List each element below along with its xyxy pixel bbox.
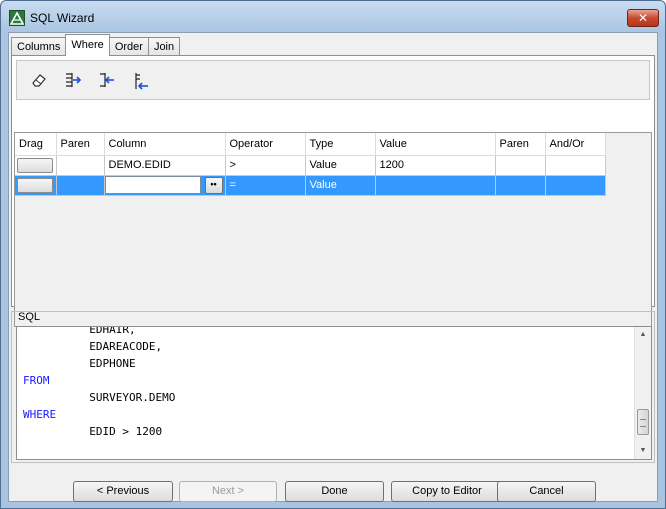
- header-operator[interactable]: Operator: [225, 133, 306, 156]
- header-and-or[interactable]: And/Or: [545, 133, 606, 156]
- paren-close-cell[interactable]: [495, 175, 546, 196]
- sql-line: EDHAIR,: [23, 326, 136, 336]
- scroll-thumb[interactable]: [637, 409, 649, 435]
- value-cell[interactable]: [375, 175, 496, 196]
- type-cell[interactable]: Value: [305, 155, 376, 176]
- sql-line: EDID > 1200: [23, 425, 163, 438]
- operator-cell[interactable]: =: [225, 175, 306, 196]
- scroll-down-arrow[interactable]: ▼: [635, 443, 651, 459]
- column-editor-cell[interactable]: ••: [104, 175, 226, 196]
- column-input[interactable]: [104, 176, 201, 194]
- scroll-up-arrow[interactable]: ▲: [635, 327, 651, 343]
- and-or-cell[interactable]: [545, 155, 606, 176]
- done-button[interactable]: Done: [285, 481, 384, 502]
- sql-line: SURVEYOR.DEMO: [23, 391, 176, 404]
- button-bar: < Previous Next > Done Copy to Editor Ca…: [9, 479, 659, 503]
- header-paren-open[interactable]: Paren: [56, 133, 105, 156]
- sql-label: SQL: [18, 311, 41, 323]
- header-paren-close[interactable]: Paren: [495, 133, 546, 156]
- toolbar: [16, 60, 650, 100]
- app-icon: [9, 10, 25, 26]
- tab-order[interactable]: Order: [108, 37, 149, 56]
- header-column[interactable]: Column: [104, 133, 226, 156]
- client-area: Columns Where Order Join Drag Paren Colu…: [8, 32, 658, 502]
- table-row[interactable]: DEMO.EDID > Value 1200: [15, 155, 606, 176]
- sql-wizard-window: SQL Wizard ✕ Columns Where Order Join Dr…: [0, 0, 666, 509]
- grid-header-row: Drag Paren Column Operator Type Value Pa…: [15, 133, 606, 156]
- tab-where[interactable]: Where: [65, 34, 110, 56]
- cancel-button[interactable]: Cancel: [497, 481, 596, 502]
- and-or-cell[interactable]: [545, 175, 606, 196]
- column-cell[interactable]: DEMO.EDID: [104, 155, 226, 176]
- add-condition-icon[interactable]: [63, 71, 83, 91]
- sql-keyword-line: FROM: [23, 374, 50, 387]
- sql-preview[interactable]: EDHAIR, EDAREACODE, EDPHONE FROM SURVEYOR…: [16, 326, 652, 460]
- sql-keyword-line: WHERE: [23, 408, 57, 421]
- drag-handle[interactable]: [17, 157, 53, 173]
- header-value[interactable]: Value: [375, 133, 496, 156]
- tab-strip: Columns Where Order Join: [11, 34, 181, 56]
- tab-columns[interactable]: Columns: [11, 37, 67, 56]
- drag-cell[interactable]: [15, 155, 57, 176]
- header-drag[interactable]: Drag: [15, 133, 57, 156]
- sql-line: EDAREACODE,: [23, 340, 163, 353]
- eraser-icon[interactable]: [29, 71, 49, 91]
- header-type[interactable]: Type: [305, 133, 376, 156]
- close-button[interactable]: ✕: [627, 9, 659, 27]
- conditions-grid: Drag Paren Column Operator Type Value Pa…: [14, 132, 652, 327]
- tab-join[interactable]: Join: [147, 37, 181, 56]
- copy-to-editor-button[interactable]: Copy to Editor: [391, 481, 503, 502]
- sql-text[interactable]: EDHAIR, EDAREACODE, EDPHONE FROM SURVEYOR…: [23, 326, 623, 440]
- operator-cell[interactable]: >: [225, 155, 306, 176]
- window-title: SQL Wizard: [30, 11, 95, 25]
- insert-condition-icon[interactable]: [97, 71, 117, 91]
- drag-handle[interactable]: [17, 177, 53, 193]
- type-cell[interactable]: Value: [305, 175, 376, 196]
- sql-scrollbar[interactable]: ▲ ▼: [634, 327, 651, 459]
- title-bar[interactable]: SQL Wizard ✕: [1, 1, 665, 33]
- previous-button[interactable]: < Previous: [73, 481, 173, 502]
- sql-line: EDPHONE: [23, 357, 136, 370]
- drag-cell[interactable]: [15, 175, 57, 196]
- paren-open-cell[interactable]: [56, 155, 105, 176]
- paren-close-cell[interactable]: [495, 155, 546, 176]
- sql-group: SQL EDHAIR, EDAREACODE, EDPHONE FROM SURV…: [11, 311, 655, 463]
- table-row[interactable]: •• = Value: [15, 175, 606, 196]
- paren-open-cell[interactable]: [56, 175, 105, 196]
- browse-column-button[interactable]: ••: [204, 176, 223, 194]
- where-tab-panel: Drag Paren Column Operator Type Value Pa…: [11, 55, 655, 327]
- value-cell[interactable]: 1200: [375, 155, 496, 176]
- next-button[interactable]: Next >: [179, 481, 277, 502]
- remove-condition-icon[interactable]: [131, 71, 151, 91]
